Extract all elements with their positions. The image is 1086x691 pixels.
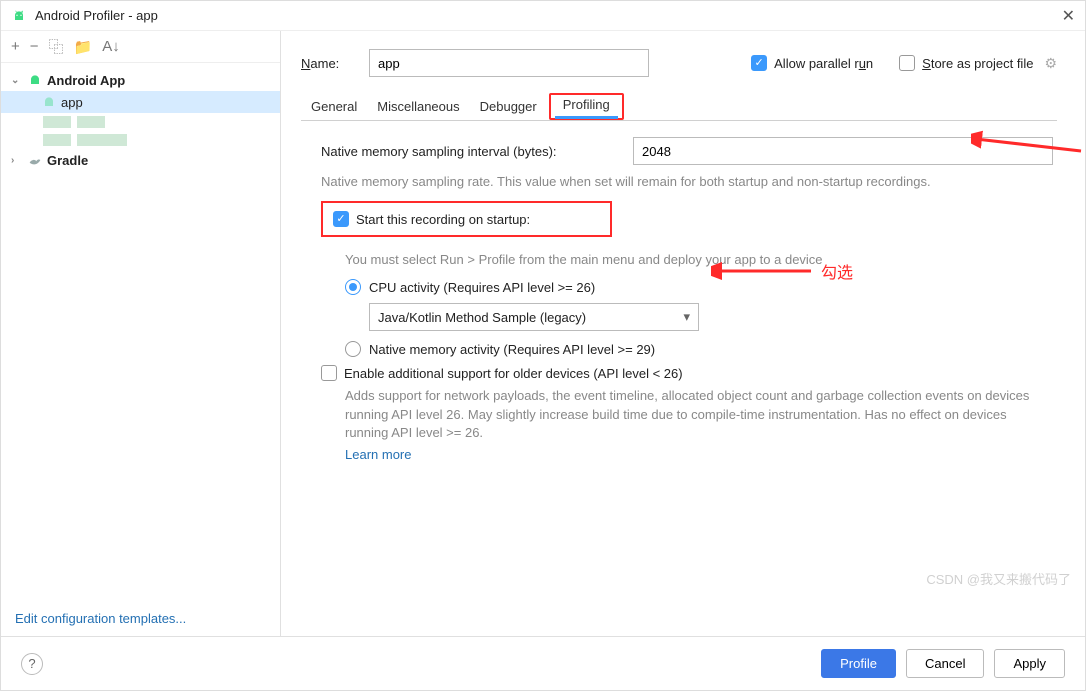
tab-profiling[interactable]: Profiling xyxy=(555,93,618,119)
tabs: General Miscellaneous Debugger Profiling xyxy=(301,93,1057,121)
tab-debugger[interactable]: Debugger xyxy=(470,93,547,120)
blur-icon xyxy=(43,134,71,146)
allow-parallel-checkbox[interactable]: ✓ Allow parallel run xyxy=(751,55,873,71)
tab-miscellaneous[interactable]: Miscellaneous xyxy=(367,93,469,120)
sidebar-toolbar: + − ⿻ 📁 A↓ xyxy=(1,31,280,63)
sort-icon[interactable]: A↓ xyxy=(102,38,120,55)
help-icon[interactable]: ? xyxy=(21,653,43,675)
name-row: Name: ✓ Allow parallel run Store as proj… xyxy=(301,49,1057,77)
window: Android Profiler - app ✕ + − ⿻ 📁 A↓ ⌄ An… xyxy=(0,0,1086,691)
select-value: Java/Kotlin Method Sample (legacy) xyxy=(378,310,586,325)
checkbox-checked-icon: ✓ xyxy=(333,211,349,227)
close-icon[interactable]: ✕ xyxy=(1062,6,1075,26)
start-on-startup-checkbox[interactable]: ✓ Start this recording on startup: xyxy=(333,211,530,227)
tree-label: app xyxy=(61,95,83,110)
sidebar-footer: Edit configuration templates... xyxy=(1,601,280,636)
annotation-arrow-icon xyxy=(711,256,821,286)
radio-icon xyxy=(345,341,361,357)
older-devices-checkbox[interactable]: Enable additional support for older devi… xyxy=(321,365,1057,381)
radio-label: Native memory activity (Requires API lev… xyxy=(369,342,655,357)
tree-node-blur[interactable] xyxy=(1,131,280,149)
name-input[interactable] xyxy=(369,49,649,77)
annotation-text: 勾选 xyxy=(821,259,853,283)
blur-icon xyxy=(43,116,71,128)
watermark: CSDN @我又来搬代码了 xyxy=(926,569,1071,588)
startup-options: CPU activity (Requires API level >= 26) … xyxy=(321,279,1057,357)
radio-checked-icon xyxy=(345,279,361,295)
tree-node-app[interactable]: app xyxy=(1,91,280,113)
tree-node-gradle[interactable]: › Gradle xyxy=(1,149,280,171)
tree-node-blur[interactable] xyxy=(1,113,280,131)
radio-native-memory[interactable]: Native memory activity (Requires API lev… xyxy=(345,341,1057,357)
start-on-startup-row: ✓ Start this recording on startup: xyxy=(321,201,612,237)
checkbox-label: Store as project file xyxy=(922,56,1033,71)
checkbox-icon xyxy=(899,55,915,71)
android-icon xyxy=(27,72,43,88)
tab-general[interactable]: General xyxy=(301,93,367,120)
checkbox-label: Start this recording on startup: xyxy=(356,212,530,227)
checkbox-checked-icon: ✓ xyxy=(751,55,767,71)
checkbox-label: Enable additional support for older devi… xyxy=(344,366,683,381)
main-panel: Name: ✓ Allow parallel run Store as proj… xyxy=(281,31,1085,636)
window-title: Android Profiler - app xyxy=(35,8,1062,23)
profiling-content: Native memory sampling interval (bytes):… xyxy=(301,137,1057,474)
startup-help: You must select Run > Profile from the m… xyxy=(321,251,1021,269)
radio-label: CPU activity (Requires API level >= 26) xyxy=(369,280,595,295)
checkbox-icon xyxy=(321,365,337,381)
gradle-icon xyxy=(27,152,43,168)
chevron-down-icon: ⌄ xyxy=(11,75,23,86)
annotation-arrow-icon xyxy=(971,121,1085,161)
tree-label: Gradle xyxy=(47,153,88,168)
tree-node-android-app[interactable]: ⌄ Android App xyxy=(1,69,280,91)
older-devices-help: Adds support for network payloads, the e… xyxy=(345,387,1045,464)
sampling-help: Native memory sampling rate. This value … xyxy=(321,173,1021,191)
tree-label: Android App xyxy=(47,73,125,88)
gear-icon[interactable]: ⚙ xyxy=(1044,55,1057,72)
android-icon xyxy=(11,8,27,24)
sampling-label: Native memory sampling interval (bytes): xyxy=(321,144,621,159)
config-tree: ⌄ Android App app › Gradle xyxy=(1,63,280,601)
radio-cpu-activity[interactable]: CPU activity (Requires API level >= 26) xyxy=(345,279,1057,295)
annotation-highlight: Profiling xyxy=(549,93,624,120)
store-project-checkbox[interactable]: Store as project file ⚙ xyxy=(899,55,1057,72)
method-sample-select[interactable]: Java/Kotlin Method Sample (legacy) xyxy=(369,303,699,331)
sampling-row: Native memory sampling interval (bytes): xyxy=(321,137,1057,165)
add-icon[interactable]: + xyxy=(11,38,20,55)
folder-icon[interactable]: 📁 xyxy=(74,38,93,56)
remove-icon[interactable]: − xyxy=(30,38,39,55)
titlebar: Android Profiler - app ✕ xyxy=(1,1,1085,31)
body: + − ⿻ 📁 A↓ ⌄ Android App app xyxy=(1,31,1085,636)
chevron-right-icon: › xyxy=(11,155,23,166)
name-label: Name: xyxy=(301,56,357,71)
cancel-button[interactable]: Cancel xyxy=(906,649,984,678)
footer: ? Profile Cancel Apply xyxy=(1,636,1085,690)
edit-templates-link[interactable]: Edit configuration templates... xyxy=(15,611,186,626)
android-icon xyxy=(41,94,57,110)
checkbox-label: Allow parallel run xyxy=(774,56,873,71)
copy-icon[interactable]: ⿻ xyxy=(49,36,64,57)
learn-more-link[interactable]: Learn more xyxy=(345,446,1045,464)
sidebar: + − ⿻ 📁 A↓ ⌄ Android App app xyxy=(1,31,281,636)
apply-button[interactable]: Apply xyxy=(994,649,1065,678)
profile-button[interactable]: Profile xyxy=(821,649,896,678)
